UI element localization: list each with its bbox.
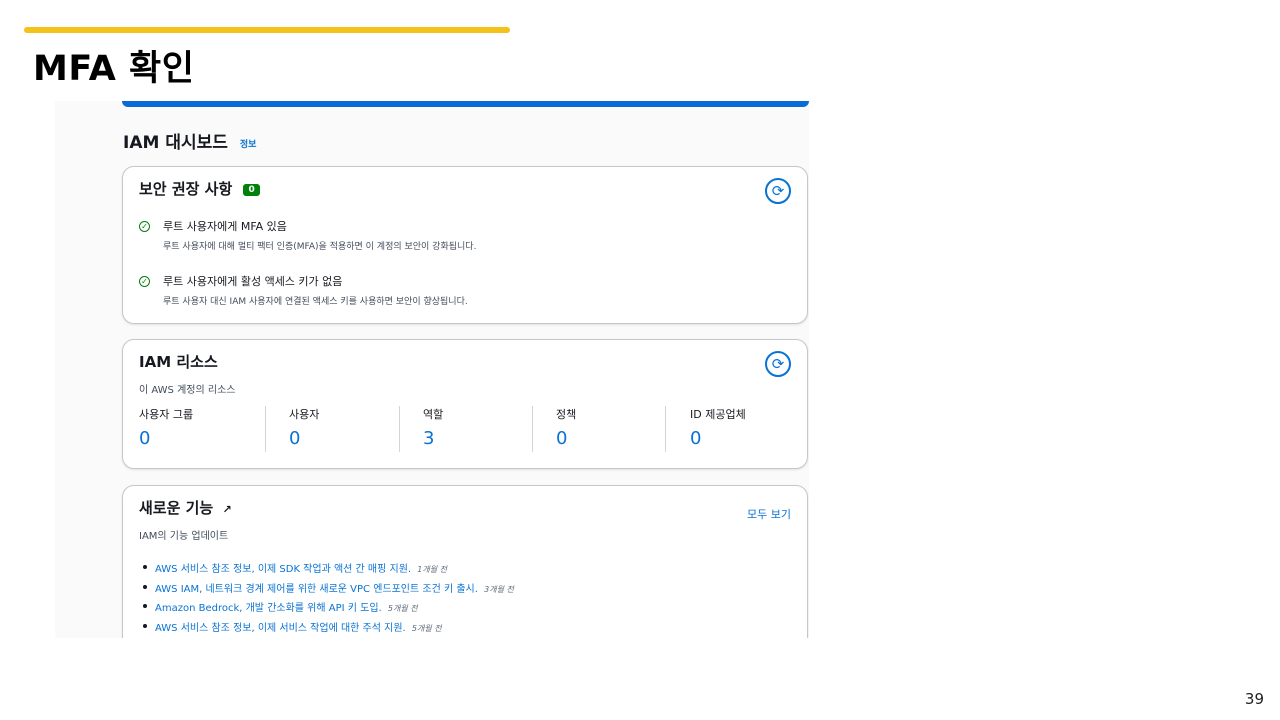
metric-label: 사용자 그룹 [139, 408, 194, 421]
recommendation-description: 루트 사용자에 대해 멀티 팩터 인증(MFA)을 적용하면 이 계정의 보안이… [163, 242, 477, 252]
metric-divider [265, 406, 266, 452]
whats-new-card: 새로운 기능 ↗ 모두 보기 IAM의 기능 업데이트 AWS 서비스 참조 정… [122, 485, 808, 638]
news-timestamp: 5개월 전 [387, 604, 418, 613]
info-link[interactable]: 정보 [240, 140, 257, 150]
metric-divider [532, 406, 533, 452]
recommendation-description: 루트 사용자 대신 IAM 사용자에 연결된 액세스 키를 사용하면 보안이 향… [163, 297, 468, 307]
metric-policies: 정책 0 [556, 406, 690, 454]
news-timestamp: 3개월 전 [484, 584, 514, 594]
metric-divider [399, 406, 400, 452]
refresh-icon[interactable]: ⟳ [765, 178, 791, 204]
metric-divider [665, 406, 666, 452]
metric-value-link[interactable]: 0 [289, 428, 300, 449]
refresh-icon[interactable]: ⟳ [765, 351, 791, 377]
whats-new-title: 새로운 기능 ↗ [139, 497, 232, 518]
whats-new-title-text: 새로운 기능 [139, 499, 214, 517]
security-card-title: 보안 권장 사항 0 [139, 178, 260, 199]
check-circle-icon: ✓ [139, 276, 150, 287]
news-link[interactable]: AWS 서비스 참조 정보, 이제 서비스 작업에 대한 주석 지원. [155, 623, 406, 634]
title-accent-bar [24, 27, 510, 33]
check-circle-icon: ✓ [139, 221, 150, 232]
metric-value-link[interactable]: 0 [556, 428, 567, 449]
bullet [143, 565, 147, 569]
bullet [143, 623, 147, 628]
news-link[interactable]: Amazon Bedrock, 개발 간소화를 위해 API 키 도입. [155, 603, 382, 614]
news-timestamp: 5개월 전 [411, 623, 442, 633]
bullet [143, 584, 147, 589]
recommendation-title: 루트 사용자에게 MFA 있음 [163, 220, 287, 233]
metric-label: ID 제공업체 [690, 408, 746, 421]
metric-roles: 역할 3 [423, 406, 557, 454]
dashboard-title: IAM 대시보드 정보 [123, 128, 256, 153]
metric-value-link[interactable]: 0 [139, 428, 150, 449]
iam-resources-card: IAM 리소스 ⟳ 이 AWS 계정의 리소스 사용자 그룹 0 사용자 0 역… [122, 339, 808, 469]
resources-card-title: IAM 리소스 [139, 353, 218, 371]
slide-title: MFA 확인 [33, 49, 195, 89]
security-count-badge: 0 [243, 184, 260, 196]
news-timestamp: 1개월 전 [417, 565, 447, 574]
recommendation-title: 루트 사용자에게 활성 액세스 키가 없음 [163, 275, 343, 288]
metric-value-link[interactable]: 0 [690, 428, 701, 449]
metric-label: 역할 [423, 408, 444, 421]
view-all-link[interactable]: 모두 보기 [747, 506, 791, 522]
metric-label: 정책 [556, 408, 577, 421]
news-link[interactable]: AWS 서비스 참조 정보, 이제 SDK 작업과 액션 간 매핑 지원. [155, 564, 411, 575]
page-number: 39 [1244, 690, 1264, 708]
top-accent-bar [122, 101, 809, 107]
dashboard-title-text: IAM 대시보드 [123, 133, 228, 153]
security-card-title-text: 보안 권장 사항 [139, 180, 233, 198]
news-list: AWS 서비스 참조 정보, 이제 SDK 작업과 액션 간 매핑 지원. 1개… [139, 560, 514, 638]
metric-value-link[interactable]: 3 [423, 428, 434, 449]
list-item: AWS 서비스 참조 정보, 이제 SDK 작업과 액션 간 매핑 지원. 1개… [139, 560, 514, 580]
metric-users: 사용자 0 [289, 406, 423, 454]
resources-card-subtitle: 이 AWS 계정의 리소스 [139, 385, 236, 396]
list-item: Amazon Bedrock, 개발 간소화를 위해 API 키 도입. 5개월… [139, 599, 514, 619]
bullet [143, 604, 147, 608]
external-link-icon[interactable]: ↗ [222, 503, 231, 516]
list-item: AWS IAM, 네트워크 경계 제어를 위한 새로운 VPC 엔드포인트 조건… [139, 580, 514, 600]
whats-new-subtitle: IAM의 기능 업데이트 [139, 531, 229, 542]
security-recommendations-card: 보안 권장 사항 0 ⟳ ✓ 루트 사용자에게 MFA 있음 루트 사용자에 대… [122, 166, 808, 324]
metric-identity-providers: ID 제공업체 0 [690, 406, 809, 454]
metric-label: 사용자 [289, 408, 320, 421]
metric-user-groups: 사용자 그룹 0 [139, 406, 273, 454]
news-link[interactable]: AWS IAM, 네트워크 경계 제어를 위한 새로운 VPC 엔드포인트 조건… [155, 584, 478, 595]
iam-dashboard-screenshot: IAM 대시보드 정보 보안 권장 사항 0 ⟳ ✓ 루트 사용자에게 MFA … [55, 101, 809, 638]
list-item: AWS 서비스 참조 정보, 이제 서비스 작업에 대한 주석 지원. 5개월 … [139, 619, 514, 639]
